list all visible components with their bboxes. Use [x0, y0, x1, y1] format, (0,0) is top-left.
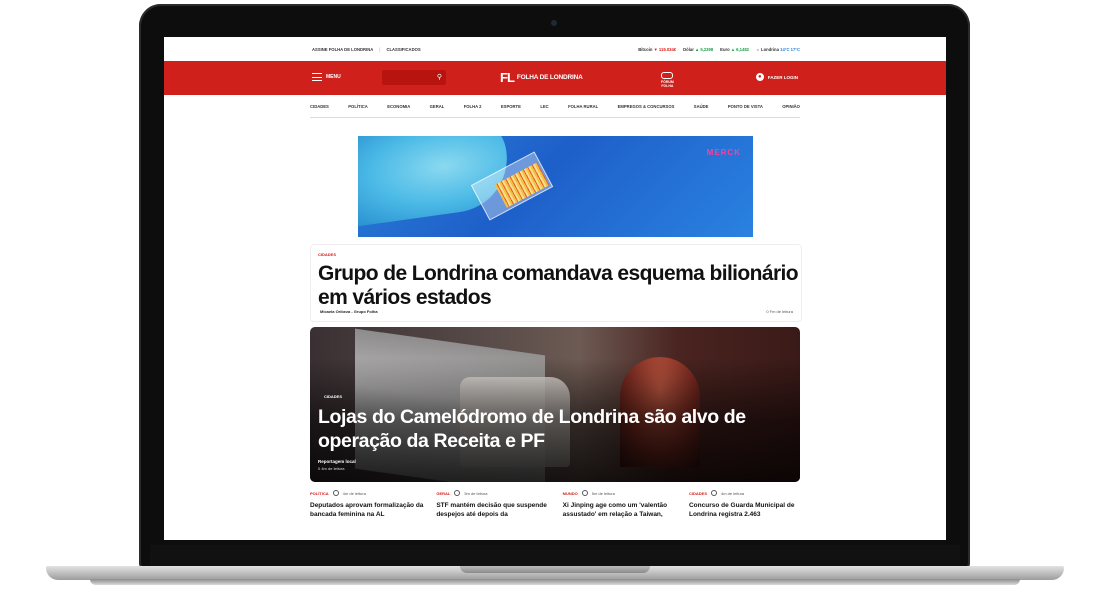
forum-folha-link[interactable]: FÓRUM FOLHA: [661, 72, 674, 88]
weather-londrina: ☼ Londrina 14°C 17°C: [756, 46, 800, 52]
list-item[interactable]: POLÍTICA 4m de leitura Deputados aprovam …: [310, 490, 426, 519]
login-button[interactable]: ● FAZER LOGIN: [755, 73, 798, 81]
ad-brand-logo: MERCK: [706, 148, 741, 157]
hamburger-icon: [312, 73, 322, 81]
ticker-euro: Euro ▲ 6,1482: [720, 46, 749, 52]
nav-item[interactable]: PONTO DE VISTA: [728, 104, 763, 109]
classifieds-link[interactable]: CLASSIFICADOS: [386, 47, 420, 52]
search-input[interactable]: ⚲: [382, 70, 446, 85]
lead-byline: Micaela Oribeza - Grupo Folha: [320, 309, 378, 314]
clock-icon: [332, 490, 339, 496]
advertisement-banner[interactable]: MERCK: [358, 136, 753, 237]
top-bar: ASSINE FOLHA DE LONDRINA | CLASSIFICADOS…: [312, 46, 800, 52]
subscribe-link[interactable]: ASSINE FOLHA DE LONDRINA: [312, 47, 373, 52]
sun-icon: ☼: [756, 46, 760, 52]
nav-item[interactable]: OPINIÃO: [782, 104, 800, 109]
article-title[interactable]: STF mantém decisão que suspende despejos…: [436, 501, 552, 519]
secondary-articles: POLÍTICA 4m de leitura Deputados aprovam …: [310, 490, 805, 519]
clock-icon: [454, 490, 461, 496]
clock-icon: [581, 490, 588, 496]
nav-item[interactable]: ECONOMIA: [387, 104, 410, 109]
search-icon[interactable]: ⚲: [437, 73, 442, 81]
hero-headline[interactable]: Lojas do Camelódromo de Londrina são alv…: [318, 405, 788, 453]
nav-item[interactable]: EMPREGOS & CONCURSOS: [618, 104, 675, 109]
nav-item[interactable]: POLÍTICA: [348, 104, 368, 109]
nav-item[interactable]: ESPORTE: [501, 104, 521, 109]
laptop-bezel-bottom: [150, 545, 960, 567]
ticker-bitcoin: Bitcoin ▼ 119.034€: [638, 46, 677, 52]
laptop-notch: [460, 566, 650, 573]
forum-icon: [661, 72, 674, 79]
nav-item[interactable]: FOLHA 2: [464, 104, 482, 109]
lead-read-time: 0 Fm de leitura: [766, 309, 793, 314]
article-title[interactable]: Concurso de Guarda Municipal de Londrina…: [689, 501, 805, 519]
lead-headline[interactable]: Grupo de Londrina comandava esquema bili…: [318, 262, 799, 310]
ticker-dolar: Dólar ▲ 5,2398: [683, 46, 714, 52]
hero-category[interactable]: CIDADES: [324, 394, 342, 399]
user-icon: ●: [755, 73, 764, 81]
article-title[interactable]: Deputados aprovam formalização da bancad…: [310, 501, 426, 519]
hero-read-time: 0 4m de leitura: [318, 466, 345, 471]
article-title[interactable]: Xi Jinping age como um 'valentão assusta…: [563, 501, 679, 519]
market-tickers: Bitcoin ▼ 119.034€ Dólar ▲ 5,2398 Euro ▲…: [638, 47, 800, 52]
webcam: [551, 20, 557, 26]
hero-article-card[interactable]: CIDADES Lojas do Camelódromo de Londrina…: [310, 327, 800, 482]
lead-article-card[interactable]: CIDADES Grupo de Londrina comandava esqu…: [310, 244, 802, 322]
site-header: MENU ⚲ FL FOLHA DE LONDRINA FÓRUM FOLHA …: [164, 61, 946, 95]
list-item[interactable]: GERAL 5m de leitura STF mantém decisão qu…: [436, 490, 552, 519]
site-logo[interactable]: FL FOLHA DE LONDRINA: [500, 70, 583, 85]
lead-category[interactable]: CIDADES: [318, 252, 336, 257]
list-item[interactable]: CIDADES 4m de leitura Concurso de Guarda …: [689, 490, 805, 519]
laptop-mockup: ASSINE FOLHA DE LONDRINA | CLASSIFICADOS…: [0, 0, 1110, 598]
section-nav: CIDADES POLÍTICA ECONOMIA GERAL FOLHA 2 …: [310, 95, 800, 118]
hero-author: Reportagem local: [318, 459, 356, 464]
list-item[interactable]: MUNDO 5m de leitura Xi Jinping age como u…: [563, 490, 679, 519]
browser-screen: ASSINE FOLHA DE LONDRINA | CLASSIFICADOS…: [164, 37, 946, 540]
nav-item[interactable]: GERAL: [430, 104, 445, 109]
menu-button[interactable]: MENU: [312, 73, 341, 81]
nav-item[interactable]: CIDADES: [310, 104, 329, 109]
nav-item[interactable]: LEC: [540, 104, 548, 109]
laptop-base-shadow: [90, 579, 1020, 585]
clock-icon: [711, 490, 717, 496]
nav-item[interactable]: FOLHA RURAL: [568, 104, 598, 109]
nav-item[interactable]: SAÚDE: [694, 104, 709, 109]
